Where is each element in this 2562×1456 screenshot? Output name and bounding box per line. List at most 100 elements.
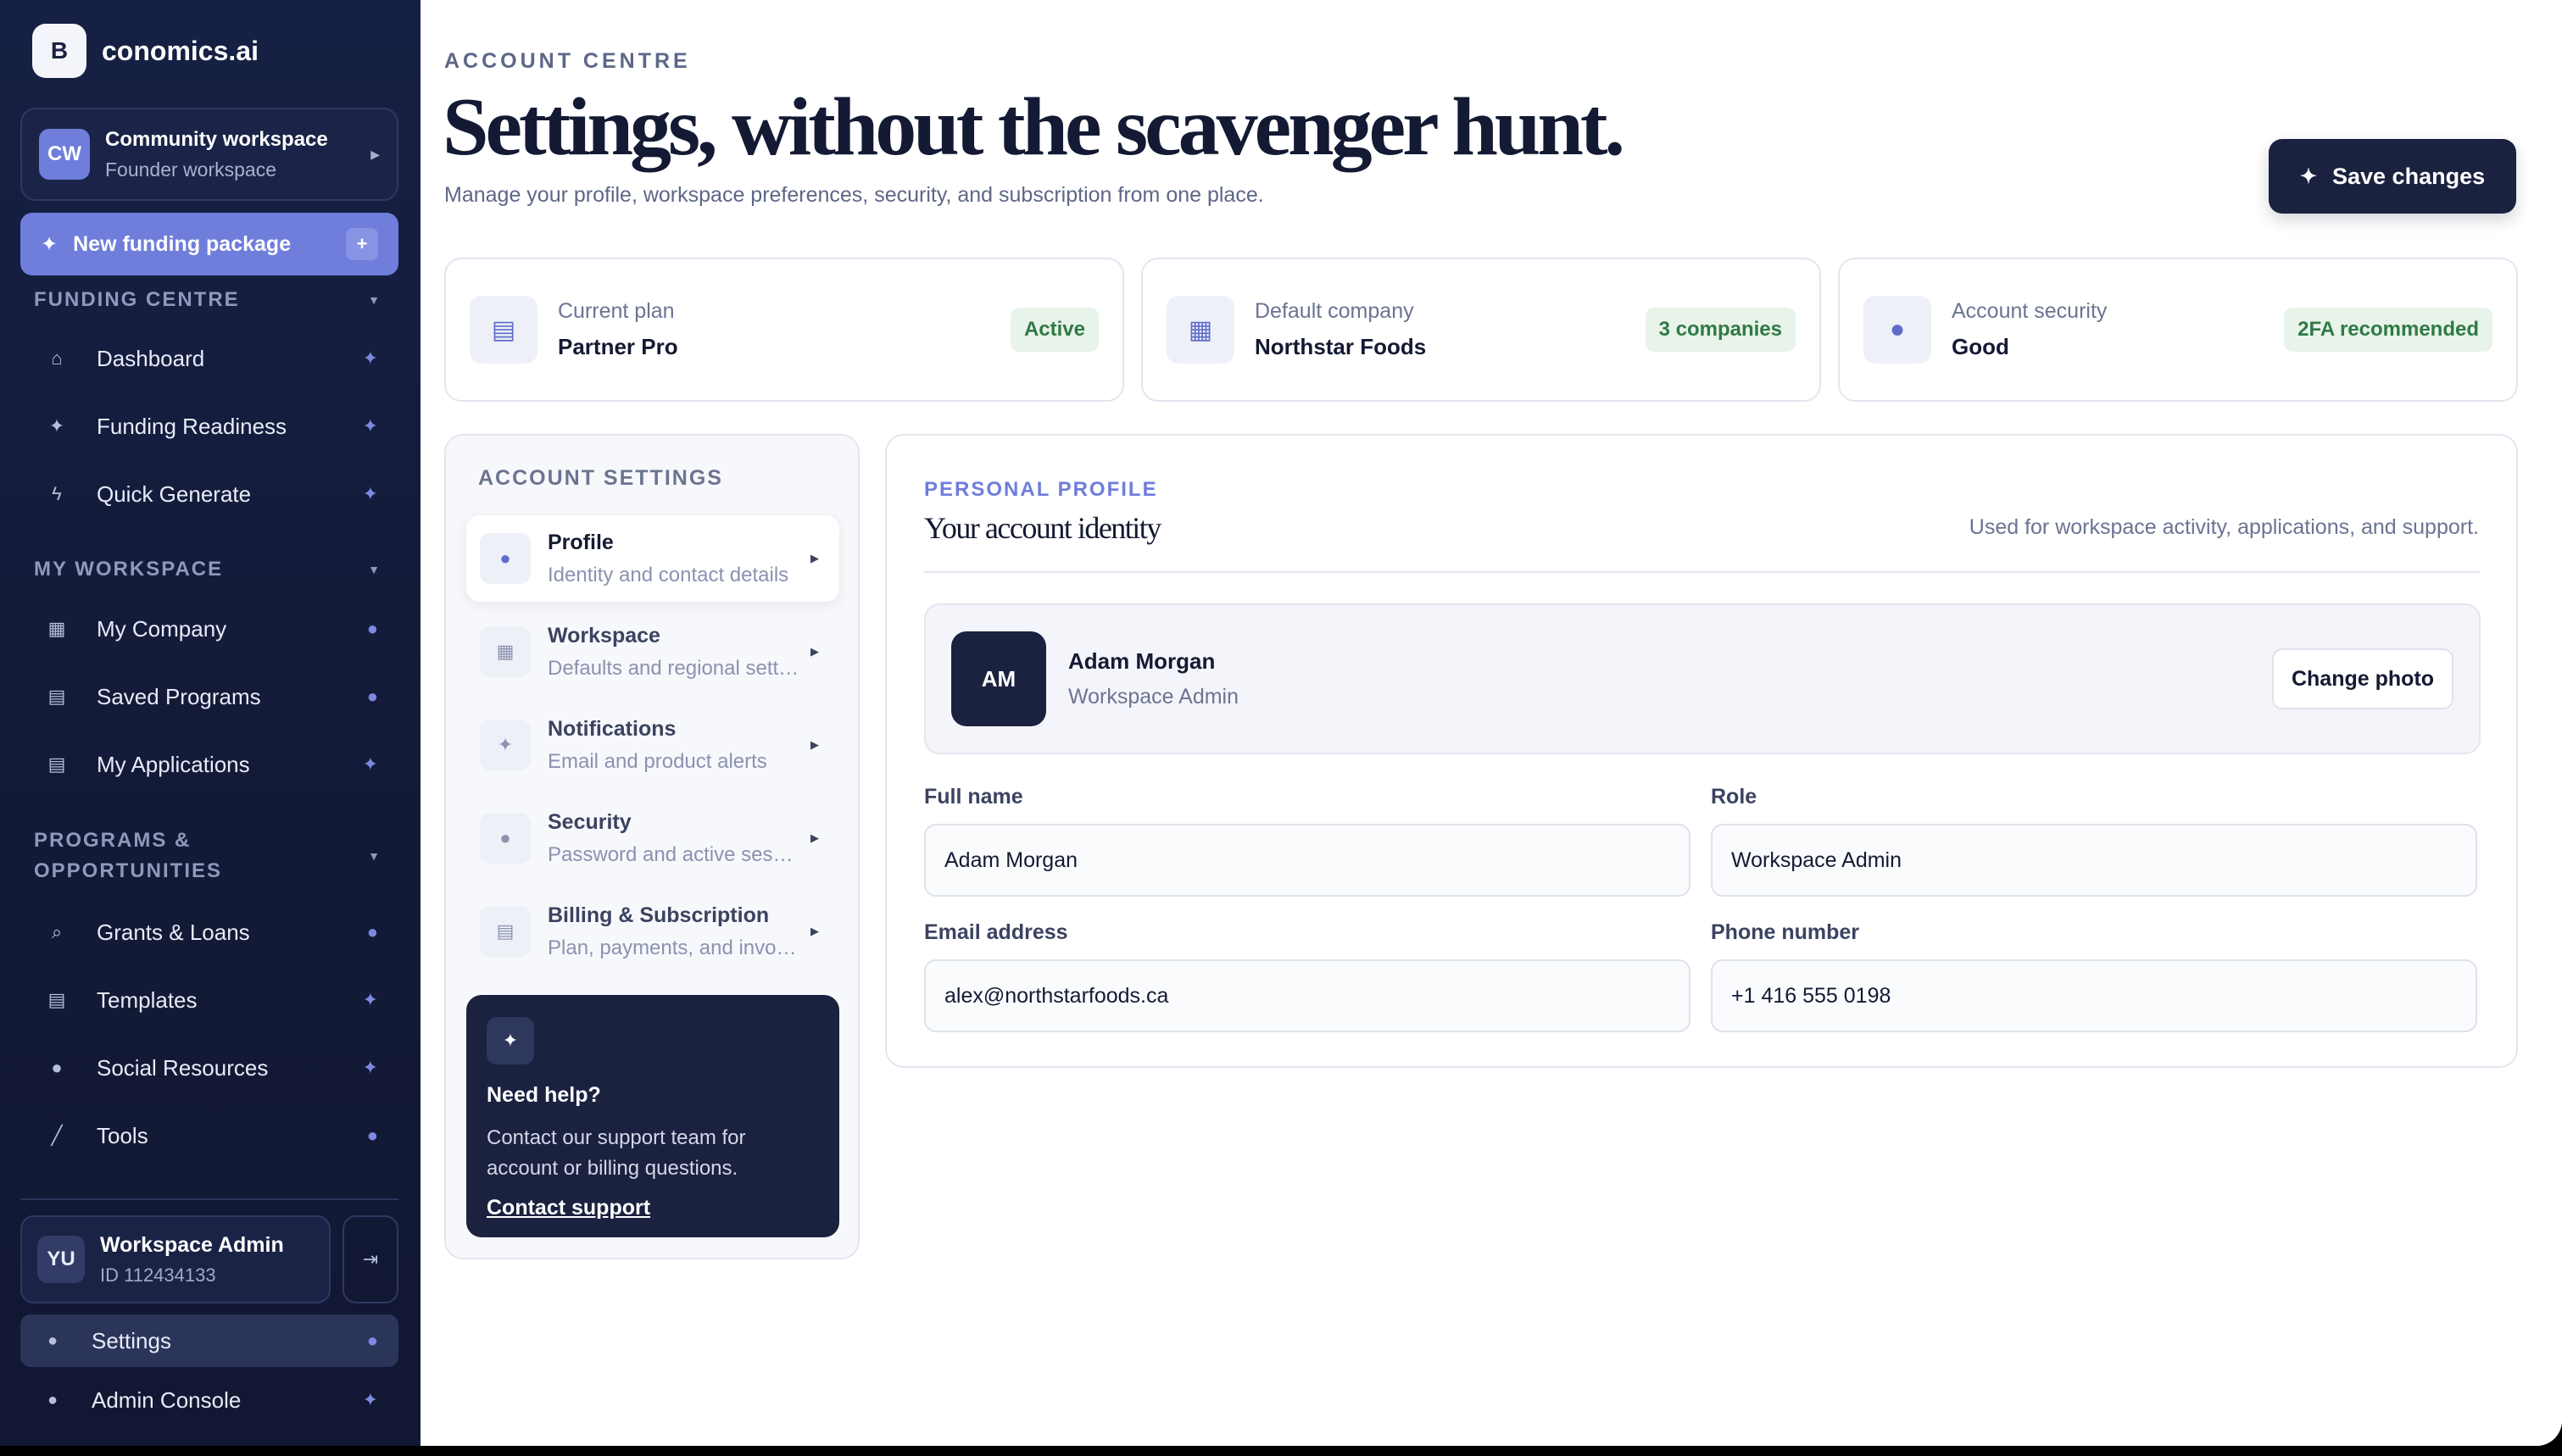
sparkle-icon: ✦ (362, 989, 378, 1010)
brand[interactable]: B conomics.ai (32, 24, 259, 78)
logout-button[interactable]: ⇥ (343, 1215, 398, 1303)
save-changes-button[interactable]: ✦ Save changes (2269, 139, 2516, 214)
chevron-right-icon: ▶ (810, 645, 819, 658)
settings-item-billing[interactable]: ▤ Billing & Subscription Plan, payments,… (466, 888, 839, 975)
profile-note: Used for workspace activity, application… (1969, 515, 2479, 539)
section-programs-opportunities[interactable]: PROGRAMS & OPPORTUNITIES ▼ (34, 825, 390, 886)
sparkle-icon: ✦ (362, 1057, 378, 1078)
sidebar-item-settings[interactable]: ● Settings ● (20, 1314, 398, 1367)
sidebar-item-label: Quick Generate (97, 481, 252, 507)
lock-icon: ● (47, 1331, 58, 1350)
email-field[interactable] (924, 959, 1690, 1032)
account-settings-title: ACCOUNT SETTINGS (478, 466, 723, 490)
sidebar-item-label: Tools (97, 1122, 148, 1148)
settings-item-desc: Email and product alerts (548, 749, 767, 773)
sidebar-item-label: Settings (92, 1327, 171, 1353)
sidebar-item-my-applications[interactable]: ▤ My Applications ✦ (20, 736, 398, 793)
workspace-switcher[interactable]: CW Community workspace Founder workspace… (20, 108, 398, 201)
document-icon: ▤ (480, 906, 531, 957)
user-id: ID 112434133 (100, 1264, 216, 1286)
sidebar-item-templates[interactable]: ▤ Templates ✦ (20, 971, 398, 1029)
sparkle-icon: ✦ (362, 347, 378, 369)
phone-field[interactable] (1711, 959, 2477, 1032)
logout-icon: ⇥ (362, 1248, 379, 1270)
section-title: MY WORKSPACE (34, 558, 224, 581)
section-my-workspace[interactable]: MY WORKSPACE ▼ (34, 554, 390, 585)
help-card: ✦ Need help? Contact our support team fo… (466, 995, 839, 1237)
user-icon: ● (480, 533, 531, 584)
document-icon: ▤ (47, 989, 66, 1010)
stat-label: Current plan (558, 299, 675, 323)
status-badge: 3 companies (1645, 308, 1796, 352)
sidebar-divider (20, 1198, 398, 1200)
settings-item-security[interactable]: ● Security Password and active sessions … (466, 795, 839, 881)
sparkle-icon: ✦ (362, 415, 378, 436)
status-badge: Active (1010, 308, 1099, 352)
page-subtitle: Manage your profile, workspace preferenc… (444, 183, 1264, 207)
full-name-field[interactable] (924, 824, 1690, 897)
settings-item-title: Notifications (548, 716, 677, 741)
user-icon: ● (51, 1057, 63, 1078)
sidebar-item-label: Dashboard (97, 345, 205, 371)
settings-item-desc: Identity and contact details (548, 563, 789, 586)
section-funding-centre[interactable]: FUNDING CENTRE ▼ (34, 285, 390, 315)
role-field[interactable] (1711, 824, 2477, 897)
lock-icon: ● (480, 813, 531, 864)
home-icon: ⌂ (51, 347, 63, 369)
help-title: Need help? (487, 1083, 601, 1107)
new-funding-package-button[interactable]: ✦ New funding package + (20, 213, 398, 275)
role-label: Role (1711, 785, 1757, 809)
sidebar-item-dashboard[interactable]: ⌂ Dashboard ✦ (20, 330, 398, 387)
sparkle-icon: ✦ (362, 1389, 378, 1410)
change-photo-button[interactable]: Change photo (2272, 648, 2453, 709)
workspace-title: Community workspace (105, 127, 328, 151)
sidebar-item-admin-console[interactable]: ● Admin Console ✦ (20, 1374, 398, 1426)
sidebar-item-quick-generate[interactable]: ϟ Quick Generate ✦ (20, 465, 398, 523)
new-funding-package-label: New funding package (73, 231, 292, 256)
phone-label: Phone number (1711, 920, 1860, 944)
settings-item-profile[interactable]: ● Profile Identity and contact details ▶ (466, 515, 839, 602)
user-icon: ● (366, 1125, 378, 1146)
profile-photo-card: AM Adam Morgan Workspace Admin Change ph… (924, 603, 2481, 754)
sparkle-icon: ✦ (487, 1017, 534, 1064)
page-eyebrow: ACCOUNT CENTRE (444, 49, 691, 73)
sparkle-icon: ✦ (2299, 164, 2317, 188)
stat-value: Good (1952, 334, 2009, 359)
sidebar-item-tools[interactable]: ╱ Tools ● (20, 1107, 398, 1164)
section-title: FUNDING CENTRE (34, 288, 240, 311)
contact-support-link[interactable]: Contact support (487, 1196, 650, 1220)
user-icon: ● (366, 1330, 378, 1351)
plus-icon[interactable]: + (346, 228, 378, 260)
sparkle-icon: ✦ (362, 483, 378, 504)
stat-label: Account security (1952, 299, 2108, 323)
sidebar-item-social-resources[interactable]: ● Social Resources ✦ (20, 1039, 398, 1097)
full-name-label: Full name (924, 785, 1023, 809)
settings-item-desc: Plan, payments, and invoices (548, 936, 800, 959)
personal-profile-panel: PERSONAL PROFILE Your account identity U… (885, 434, 2518, 1068)
sparkle-icon: ✦ (48, 415, 65, 436)
help-body: Contact our support team for account or … (487, 1126, 746, 1180)
sidebar-item-label: Funding Readiness (97, 413, 287, 439)
sidebar-item-label: My Applications (97, 751, 250, 777)
settings-item-title: Billing & Subscription (548, 903, 770, 927)
settings-item-title: Profile (548, 530, 614, 554)
settings-item-notifications[interactable]: ✦ Notifications Email and product alerts… (466, 702, 839, 788)
sparkle-icon: ✦ (480, 720, 531, 770)
sparkle-icon: ✦ (362, 753, 378, 775)
sidebar-item-funding-readiness[interactable]: ✦ Funding Readiness ✦ (20, 397, 398, 455)
lock-icon: ● (1863, 296, 1931, 364)
grid-icon: ▦ (47, 618, 66, 639)
brand-name: conomics.ai (102, 35, 259, 66)
sidebar-item-my-company[interactable]: ▦ My Company ● (20, 600, 398, 658)
stat-value: Partner Pro (558, 334, 678, 359)
caret-down-icon: ▼ (368, 849, 382, 863)
sidebar-item-saved-programs[interactable]: ▤ Saved Programs ● (20, 668, 398, 725)
settings-item-desc: Defaults and regional settings (548, 656, 800, 680)
bolt-icon: ϟ (52, 483, 62, 504)
caret-down-icon: ▼ (368, 563, 382, 576)
sidebar: B conomics.ai CW Community workspace Fou… (0, 0, 421, 1446)
user-card[interactable]: YU Workspace Admin ID 112434133 (20, 1215, 331, 1303)
settings-item-workspace[interactable]: ▦ Workspace Defaults and regional settin… (466, 609, 839, 695)
sidebar-item-grants-loans[interactable]: ⌕ Grants & Loans ● (20, 903, 398, 961)
chevron-right-icon: ▶ (370, 147, 380, 161)
